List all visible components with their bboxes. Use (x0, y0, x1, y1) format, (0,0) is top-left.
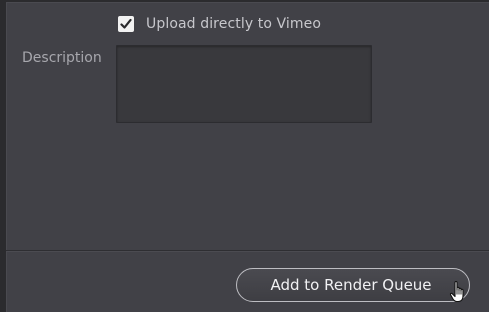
checkmark-icon (120, 18, 132, 29)
description-field[interactable] (116, 45, 372, 123)
divider (6, 250, 489, 251)
add-to-render-queue-button[interactable]: Add to Render Queue (236, 268, 470, 302)
upload-to-vimeo-label: Upload directly to Vimeo (146, 16, 322, 32)
render-settings-panel: Upload directly to Vimeo Description Add… (6, 2, 489, 312)
upload-to-vimeo-option[interactable]: Upload directly to Vimeo (118, 14, 321, 34)
upload-to-vimeo-checkbox[interactable] (118, 16, 134, 32)
description-label: Description (22, 50, 102, 66)
